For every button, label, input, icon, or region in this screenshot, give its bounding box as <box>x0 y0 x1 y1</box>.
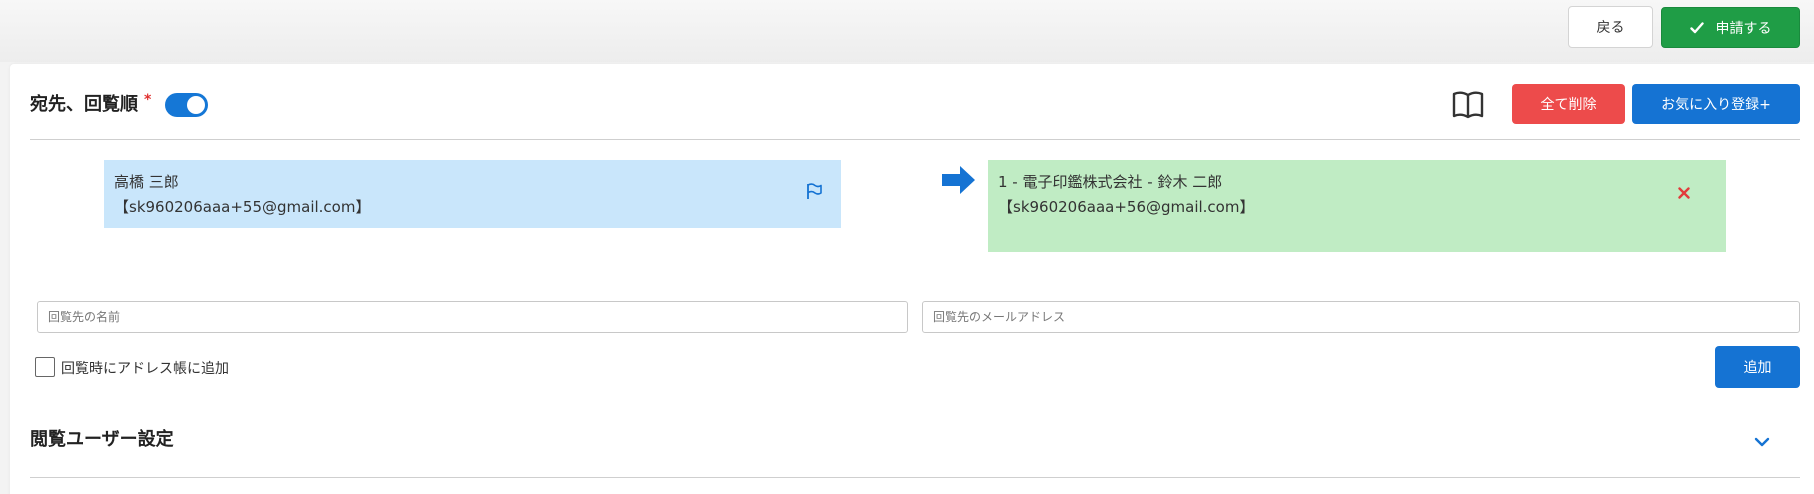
sender-email: 【sk960206aaa+55@gmail.com】 <box>114 198 371 216</box>
add-button[interactable]: 追加 <box>1715 346 1800 388</box>
recipients-section-title: 宛先、回覧順 * <box>30 90 151 116</box>
required-mark: * <box>144 92 152 108</box>
address-book-icon[interactable] <box>1451 88 1485 122</box>
delete-all-button[interactable]: 全て削除 <box>1512 84 1625 124</box>
recipient-name-input[interactable] <box>37 301 908 333</box>
recipients-card <box>10 64 1814 494</box>
favorite-register-button[interactable]: お気に入り登録+ <box>1632 84 1800 124</box>
close-icon[interactable] <box>1678 187 1690 199</box>
back-button[interactable]: 戻る <box>1568 6 1653 48</box>
viewer-settings-title: 閲覧ユーザー設定 <box>30 429 174 450</box>
chevron-down-icon[interactable] <box>1754 434 1770 450</box>
recipient-email-input[interactable] <box>922 301 1800 333</box>
top-action-bar <box>0 0 1814 62</box>
recipient-box: 1 - 電子印鑑株式会社 - 鈴木 二郎 【sk960206aaa+56@gma… <box>988 160 1726 252</box>
flag-icon <box>807 183 822 199</box>
recipients-title-text: 宛先、回覧順 <box>30 94 138 115</box>
apply-button-label: 申請する <box>1715 20 1772 37</box>
sender-name: 高橋 三郎 <box>114 173 179 191</box>
toggle-knob <box>187 96 205 114</box>
add-to-addressbook-checkbox[interactable] <box>35 357 55 377</box>
order-toggle[interactable] <box>165 93 208 117</box>
arrow-right-icon <box>942 166 975 194</box>
section-divider <box>30 139 1800 140</box>
recipient-email: 【sk960206aaa+56@gmail.com】 <box>998 198 1255 216</box>
bottom-divider <box>30 477 1800 478</box>
sender-box: 高橋 三郎 【sk960206aaa+55@gmail.com】 <box>104 160 841 228</box>
recipient-name: 1 - 電子印鑑株式会社 - 鈴木 二郎 <box>998 173 1223 191</box>
add-to-addressbook-label: 回覧時にアドレス帳に追加 <box>61 361 229 377</box>
apply-button[interactable]: 申請する <box>1661 7 1800 48</box>
check-icon <box>1689 21 1704 33</box>
